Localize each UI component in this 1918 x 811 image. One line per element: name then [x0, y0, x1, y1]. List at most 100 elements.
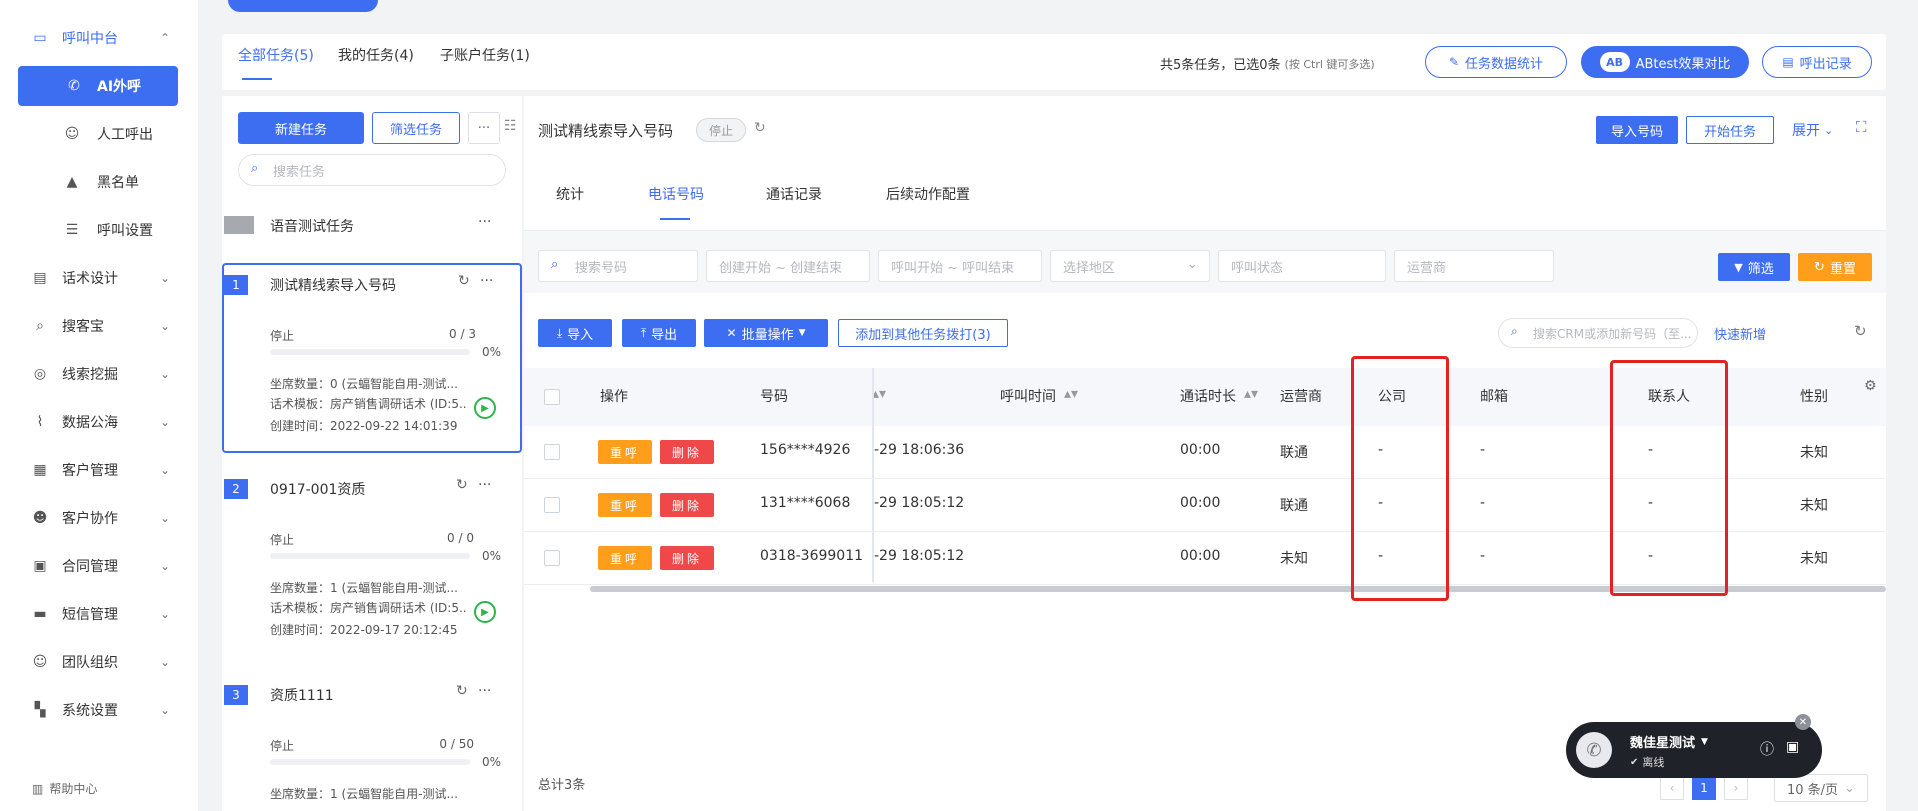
selection-summary: 共5条任务，已选0条 (按 Ctrl 键可多选): [1160, 57, 1375, 74]
task-more-icon[interactable]: ···: [480, 273, 493, 289]
row-checkbox[interactable]: [544, 550, 560, 566]
call-status-select[interactable]: 呼叫状态: [1218, 250, 1386, 282]
contacts-icon: ▦: [33, 462, 47, 478]
refresh-icon[interactable]: ↻: [458, 273, 470, 289]
tab-followup-config[interactable]: 后续动作配置: [886, 184, 970, 204]
sidebar-item-script-design[interactable]: ▤ 话术设计 ⌄: [0, 260, 198, 296]
batch-operations-button[interactable]: ✕ 批量操作 ▼: [704, 319, 828, 347]
play-icon[interactable]: ▶: [474, 397, 496, 419]
add-to-other-task-button[interactable]: 添加到其他任务拨打(3): [838, 319, 1008, 347]
group-more-icon[interactable]: ···: [478, 214, 491, 230]
sidebar-item-soukebao[interactable]: ⌕ 搜客宝 ⌄: [0, 308, 198, 344]
page-number-button[interactable]: 1: [1692, 776, 1716, 800]
sidebar-item-customer-collab[interactable]: ☻ 客户协作 ⌄: [0, 500, 198, 536]
delete-button[interactable]: 删除: [660, 493, 714, 517]
select-all-checkbox[interactable]: [544, 389, 560, 405]
tab-underline: [242, 78, 272, 80]
delete-button[interactable]: 删除: [660, 440, 714, 464]
grid-icon: ▚: [34, 702, 46, 718]
refresh-icon[interactable]: ↻: [754, 120, 766, 136]
softphone-widget[interactable]: ✆ 魏佳星测试 ▼ ✔ 离线 ⓘ ▣ ✕: [1566, 714, 1822, 778]
info-icon[interactable]: ⓘ: [1760, 739, 1774, 759]
filter-tasks-button[interactable]: 筛选任务: [372, 112, 460, 144]
page-size-select[interactable]: 10 条/页 ⌄: [1774, 774, 1868, 802]
row-checkbox[interactable]: [544, 497, 560, 513]
agent-name[interactable]: 魏佳星测试 ▼: [1630, 732, 1708, 751]
export-button[interactable]: ⤒ 导出: [622, 319, 696, 347]
dialpad-icon[interactable]: ▣: [1786, 739, 1799, 755]
pen-icon: ✎: [1448, 55, 1460, 69]
sort-icon[interactable]: ▴▾: [872, 386, 886, 402]
recall-button[interactable]: 重呼: [598, 493, 652, 517]
call-records-button[interactable]: ▤ 呼出记录: [1762, 46, 1872, 78]
sidebar-item-call-settings[interactable]: ☰ 呼叫设置: [0, 212, 198, 248]
sort-icon[interactable]: ▴▾: [1244, 386, 1258, 402]
group-icon: ☺: [32, 654, 48, 670]
task-progress-bar: [270, 349, 470, 355]
import-button[interactable]: ⤓ 导入: [538, 319, 612, 347]
tab-stats[interactable]: 统计: [556, 184, 584, 204]
next-page-button[interactable]: ›: [1724, 776, 1748, 800]
group-title: 语音测试任务: [270, 219, 354, 235]
sidebar-item-ai-call[interactable]: ✆ AI外呼: [18, 66, 178, 106]
task-more-icon[interactable]: ···: [478, 683, 491, 699]
total-count: 总计3条: [538, 778, 586, 793]
task-stats-button[interactable]: ✎ 任务数据统计: [1425, 46, 1567, 78]
sidebar-item-data-pool[interactable]: ⌇ 数据公海 ⌄: [0, 404, 198, 440]
more-button[interactable]: ···: [468, 112, 500, 144]
help-center-link[interactable]: ▥ 帮助中心: [32, 780, 97, 797]
sort-icon[interactable]: ▴▾: [1064, 386, 1078, 402]
tab-sub-account-tasks[interactable]: 子账户任务(1): [440, 45, 530, 65]
apply-filter-button[interactable]: ▼ 筛选: [1718, 253, 1790, 281]
task-card-1[interactable]: 1 测试精线索导入号码 ↻ ··· 停止 0 / 3 0% 坐席数量：0 (云蝠…: [222, 263, 522, 453]
abtest-compare-button[interactable]: AB ABtest效果对比: [1581, 46, 1749, 78]
sidebar-item-blacklist[interactable]: ▲ 黑名单: [0, 164, 198, 200]
tab-call-records[interactable]: 通话记录: [766, 184, 822, 204]
refresh-icon[interactable]: ↻: [1854, 322, 1867, 340]
call-date-range[interactable]: 呼叫开始 ~ 呼叫结束: [878, 250, 1042, 282]
sidebar-item-sms-mgmt[interactable]: ▬ 短信管理 ⌄: [0, 596, 198, 632]
region-select[interactable]: 选择地区 ⌄: [1050, 250, 1210, 282]
prev-page-button[interactable]: ‹: [1660, 776, 1684, 800]
crm-search-input[interactable]: ⌕ 搜索CRM或添加新号码（至...: [1498, 318, 1698, 348]
play-icon[interactable]: ▶: [474, 601, 496, 623]
start-task-button[interactable]: 开始任务: [1686, 116, 1774, 144]
top-cropped-button[interactable]: [228, 0, 378, 12]
close-icon[interactable]: ✕: [1795, 714, 1811, 730]
tab-phone-numbers[interactable]: 电话号码: [648, 184, 704, 204]
sidebar-item-team-org[interactable]: ☺ 团队组织 ⌄: [0, 644, 198, 680]
sidebar-item-customer-mgmt[interactable]: ▦ 客户管理 ⌄: [0, 452, 198, 488]
search-number-input[interactable]: ⌕ 搜索号码: [538, 250, 698, 282]
carrier-select[interactable]: 运营商: [1394, 250, 1554, 282]
sidebar-item-call-center[interactable]: ▭ 呼叫中台 ⌃: [0, 20, 198, 56]
chevron-down-icon: ⌄: [1187, 257, 1198, 272]
refresh-icon[interactable]: ↻: [456, 683, 468, 699]
tab-all-tasks[interactable]: 全部任务(5): [238, 45, 314, 65]
sidebar-item-lead-mining[interactable]: ◎ 线索挖掘 ⌄: [0, 356, 198, 392]
quick-add-link[interactable]: 快速新增: [1714, 324, 1766, 343]
sidebar-item-system-settings[interactable]: ▚ 系统设置 ⌄: [0, 692, 198, 728]
create-date-range[interactable]: 创建开始 ~ 创建结束: [706, 250, 870, 282]
task-card-3[interactable]: 3 资质1111 ↻ ··· 停止 0 / 50 0% 坐席数量：1 (云蝠智能…: [222, 675, 522, 811]
sidebar-item-manual-call[interactable]: ☺ 人工呼出: [0, 116, 198, 152]
refresh-icon[interactable]: ↻: [456, 477, 468, 493]
clipboard-icon: ▤: [1782, 55, 1794, 69]
import-numbers-button[interactable]: 导入号码: [1596, 116, 1678, 144]
reset-button[interactable]: ↻ 重置: [1798, 253, 1872, 281]
tab-my-tasks[interactable]: 我的任务(4): [338, 45, 414, 65]
chevron-down-icon: ⌄: [160, 319, 171, 333]
sidebar-item-contract-mgmt[interactable]: ▣ 合同管理 ⌄: [0, 548, 198, 584]
search-task-input[interactable]: ⌕ 搜索任务: [238, 154, 506, 186]
delete-button[interactable]: 删除: [660, 546, 714, 570]
expand-toggle[interactable]: 展开 ⌄: [1792, 120, 1833, 140]
gear-icon[interactable]: ⚙: [1864, 378, 1877, 394]
task-more-icon[interactable]: ···: [478, 477, 491, 493]
new-task-button[interactable]: 新建任务: [238, 112, 364, 144]
recall-button[interactable]: 重呼: [598, 440, 652, 464]
row-checkbox[interactable]: [544, 444, 560, 460]
task-card-2[interactable]: 2 0917-001资质 ↻ ··· 停止 0 / 0 0% 坐席数量：1 (云…: [222, 469, 522, 659]
recall-button[interactable]: 重呼: [598, 546, 652, 570]
fullscreen-icon[interactable]: ⛶: [1856, 118, 1867, 136]
sidebar: ▭ 呼叫中台 ⌃ ✆ AI外呼 ☺ 人工呼出 ▲ 黑名单 ☰ 呼叫设置 ▤ 话术…: [0, 0, 198, 811]
list-view-icon[interactable]: ☷: [504, 118, 517, 134]
